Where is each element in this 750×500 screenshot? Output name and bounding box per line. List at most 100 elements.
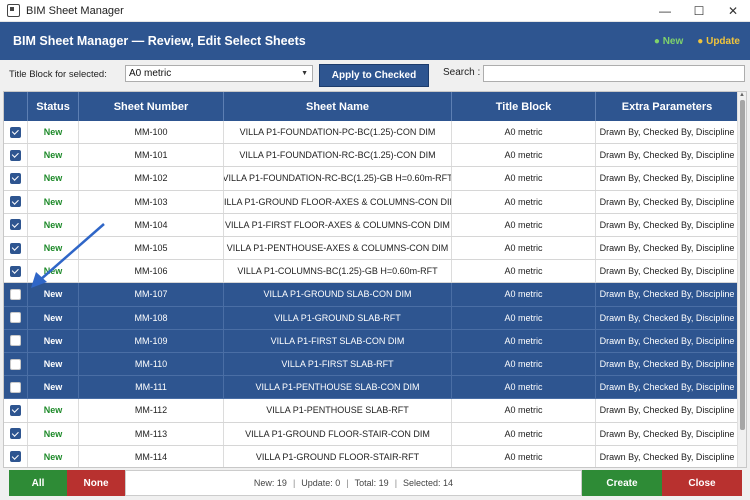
dropdown-arrow-icon: ▼ <box>301 70 308 77</box>
sheet-name-cell: VILLA P1-FIRST SLAB-RFT <box>224 353 452 376</box>
row-checkbox-cell[interactable] <box>4 353 28 376</box>
table-row[interactable]: New MM-109 VILLA P1-FIRST SLAB-CON DIM A0 m… <box>4 329 739 353</box>
stat-new: New: 19 <box>253 478 287 488</box>
checkbox-checked-icon[interactable] <box>10 428 21 440</box>
table-row[interactable]: New MM-105 VILLA P1-PENTHOUSE-AXES & COLUM… <box>4 237 739 261</box>
status-cell: New <box>28 283 79 306</box>
extra-params-cell: Drawn By, Checked By, Discipline <box>596 283 739 306</box>
sheet-name-cell: VILLA P1-FOUNDATION-RC-BC(1.25)-GB H=0.6… <box>224 167 452 190</box>
extra-params-cell: Drawn By, Checked By, Discipline <box>596 190 739 213</box>
row-checkbox-cell[interactable] <box>4 237 28 260</box>
select-all-button[interactable]: All <box>9 470 67 496</box>
extra-params-cell: Drawn By, Checked By, Discipline <box>596 237 739 260</box>
vertical-scrollbar[interactable]: ▲ <box>737 92 746 467</box>
checkbox-checked-icon[interactable] <box>10 196 21 208</box>
status-cell: New <box>28 260 79 283</box>
table-row[interactable]: New MM-106 VILLA P1-COLUMNS-BC(1.25)-GB H=… <box>4 260 739 284</box>
status-cell: New <box>28 376 79 399</box>
controls-row: Title Block for selected: A0 metric ▼ Ap… <box>0 60 750 90</box>
row-checkbox-cell[interactable] <box>4 283 28 306</box>
sheet-name-cell: VILLA P1-PENTHOUSE SLAB-CON DIM <box>224 376 452 399</box>
title-block-cell: A0 metric <box>452 213 596 236</box>
close-button[interactable]: Close <box>662 470 742 496</box>
row-checkbox-cell[interactable] <box>4 399 28 422</box>
table-row[interactable]: New MM-100 VILLA P1-FOUNDATION-PC-BC(1.25)… <box>4 121 739 145</box>
title-block-cell: A0 metric <box>452 445 596 467</box>
stat-update: Update: 0 <box>301 478 341 488</box>
status-col-header[interactable]: Status <box>28 92 79 121</box>
extra-params-cell: Drawn By, Checked By, Discipline <box>596 422 739 445</box>
status-cell: New <box>28 213 79 236</box>
row-checkbox-cell[interactable] <box>4 422 28 445</box>
sheet-number-col-header[interactable]: Sheet Number <box>79 92 224 121</box>
apply-to-checked-button[interactable]: Apply to Checked <box>319 64 429 87</box>
row-checkbox-cell[interactable] <box>4 121 28 144</box>
checkbox-checked-icon[interactable] <box>10 242 21 254</box>
checkbox-checked-icon[interactable] <box>10 451 21 463</box>
row-checkbox-cell[interactable] <box>4 167 28 190</box>
checkbox-checked-icon[interactable] <box>10 172 21 184</box>
row-checkbox-cell[interactable] <box>4 213 28 236</box>
extra-params-cell: Drawn By, Checked By, Discipline <box>596 213 739 236</box>
checkbox-unchecked-icon[interactable] <box>10 381 21 393</box>
table-row[interactable]: New MM-111 VILLA P1-PENTHOUSE SLAB-CON DIM… <box>4 376 739 400</box>
extra-params-cell: Drawn By, Checked By, Discipline <box>596 445 739 467</box>
title-block-cell: A0 metric <box>452 353 596 376</box>
title-block-cell: A0 metric <box>452 422 596 445</box>
row-checkbox-cell[interactable] <box>4 445 28 467</box>
sheet-number-cell: MM-104 <box>79 213 224 236</box>
sheet-name-cell: VILLA P1-COLUMNS-BC(1.25)-GB H=0.60m-RFT <box>224 260 452 283</box>
stat-separator: | <box>394 478 398 488</box>
table-row[interactable]: New MM-108 VILLA P1-GROUND SLAB-RFT A0 metr… <box>4 306 739 330</box>
table-row[interactable]: New MM-101 VILLA P1-FOUNDATION-RC-BC(1.25)… <box>4 144 739 168</box>
sheet-name-col-header[interactable]: Sheet Name <box>224 92 452 121</box>
checkbox-unchecked-icon[interactable] <box>10 358 21 370</box>
row-checkbox-cell[interactable] <box>4 306 28 329</box>
table-row[interactable]: New MM-107 VILLA P1-GROUND SLAB-CON DIM A0 … <box>4 283 739 307</box>
row-checkbox-cell[interactable] <box>4 190 28 213</box>
table-row[interactable]: New MM-103 VILLA P1-GROUND FLOOR-AXES & CO… <box>4 190 739 214</box>
table-row[interactable]: New MM-112 VILLA P1-PENTHOUSE SLAB-RFT A0 m… <box>4 399 739 423</box>
minimize-button[interactable]: — <box>648 0 682 22</box>
stat-separator: | <box>292 478 296 488</box>
table-row[interactable]: New MM-113 VILLA P1-GROUND FLOOR-STAIR-CON… <box>4 422 739 446</box>
checkbox-checked-icon[interactable] <box>10 219 21 231</box>
table-row[interactable]: New MM-114 VILLA P1-GROUND FLOOR-STAIR-RFT… <box>4 445 739 467</box>
checkbox-unchecked-icon[interactable] <box>10 312 21 324</box>
status-legend: ● New ● Update <box>640 22 740 60</box>
checkbox-checked-icon[interactable] <box>10 404 21 416</box>
title-block-value: A0 metric <box>129 68 172 79</box>
table-row[interactable]: New MM-104 VILLA P1-FIRST FLOOR-AXES & COL… <box>4 213 739 237</box>
row-checkbox-cell[interactable] <box>4 376 28 399</box>
select-none-button[interactable]: None <box>67 470 125 496</box>
search-input[interactable] <box>483 65 745 82</box>
row-checkbox-cell[interactable] <box>4 144 28 167</box>
checkbox-checked-icon[interactable] <box>10 149 21 161</box>
checkbox-checked-icon[interactable] <box>10 126 21 138</box>
search-label: Search : <box>443 67 481 78</box>
checkbox-checked-icon[interactable] <box>10 265 21 277</box>
scrollbar-thumb[interactable] <box>740 100 745 430</box>
create-button[interactable]: Create <box>582 470 662 496</box>
sheet-number-cell: MM-113 <box>79 422 224 445</box>
extra-params-col-header[interactable]: Extra Parameters <box>596 92 739 121</box>
row-checkbox-cell[interactable] <box>4 260 28 283</box>
title-block-col-header[interactable]: Title Block <box>452 92 596 121</box>
sheet-number-cell: MM-109 <box>79 329 224 352</box>
status-cell: New <box>28 167 79 190</box>
sheet-name-cell: VILLA P1-PENTHOUSE-AXES & COLUMNS-CON DI… <box>224 237 452 260</box>
title-block-cell: A0 metric <box>452 399 596 422</box>
summary-status: New: 19 | Update: 0 | Total: 19 | Select… <box>125 470 582 496</box>
row-checkbox-cell[interactable] <box>4 329 28 352</box>
title-block-select[interactable]: A0 metric ▼ <box>125 65 313 82</box>
checkbox-unchecked-icon[interactable] <box>10 288 21 300</box>
stat-selected: Selected: 14 <box>403 478 454 488</box>
table-row[interactable]: New MM-102 VILLA P1-FOUNDATION-RC-BC(1.25)… <box>4 167 739 191</box>
close-window-button[interactable]: ✕ <box>716 0 750 22</box>
scroll-up-icon[interactable]: ▲ <box>739 92 745 98</box>
maximize-button[interactable]: ☐ <box>682 0 716 22</box>
checkbox-col-header[interactable] <box>4 92 28 121</box>
sheet-number-cell: MM-105 <box>79 237 224 260</box>
checkbox-unchecked-icon[interactable] <box>10 335 21 347</box>
table-row[interactable]: New MM-110 VILLA P1-FIRST SLAB-RFT A0 metri… <box>4 353 739 377</box>
